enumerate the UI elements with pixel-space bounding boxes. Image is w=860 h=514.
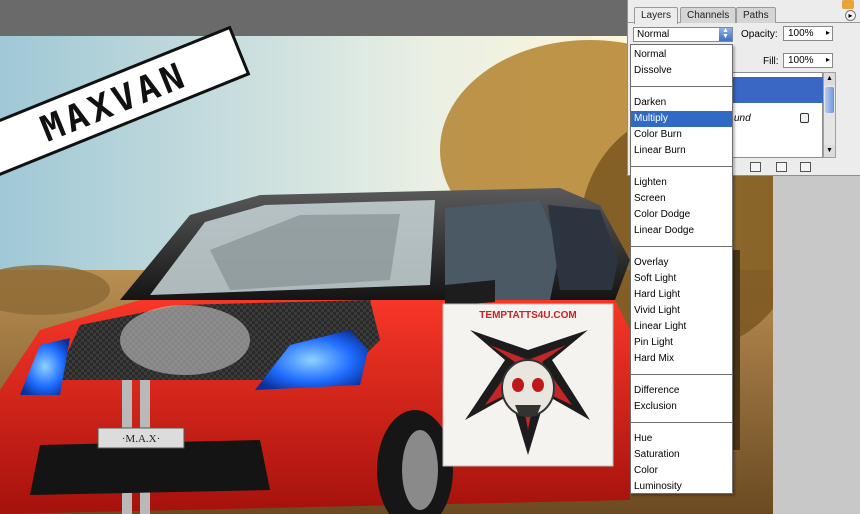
menu-separator [631,422,732,423]
palette-menu-icon[interactable]: ▸ [845,10,856,21]
blend-option-saturation[interactable]: Saturation [631,447,732,463]
palette-tabbar: Layers Channels Paths [628,4,860,24]
select-arrows-icon: ▲ ▼ [719,27,732,41]
blend-option-difference[interactable]: Difference [631,383,732,399]
tab-paths[interactable]: Paths [736,7,776,23]
tab-channels[interactable]: Channels [680,7,737,23]
blend-option-pin-light[interactable]: Pin Light [631,335,732,351]
blend-option-soft-light[interactable]: Soft Light [631,271,732,287]
blend-option-linear-dodge[interactable]: Linear Dodge [631,223,732,239]
tab-layers[interactable]: Layers [634,7,679,24]
blend-option-lighten[interactable]: Lighten [631,175,732,191]
menu-separator [631,246,732,247]
blend-mode-menu[interactable]: Normal Dissolve Darken Multiply Color Burn Li… [630,44,733,494]
trash-icon[interactable] [800,162,811,172]
menu-separator [631,166,732,167]
blend-option-linear-light[interactable]: Linear Light [631,319,732,335]
blend-option-hard-light[interactable]: Hard Light [631,287,732,303]
blend-mode-value: Normal [637,29,670,40]
opacity-field[interactable]: 100% ▸ [783,26,833,41]
blend-option-color-burn[interactable]: Color Burn [631,127,732,143]
opacity-label: Opacity: [741,29,778,40]
license-plate-text: ·M.A.X· [122,433,161,445]
blend-option-exclusion[interactable]: Exclusion [631,399,732,415]
blend-option-dissolve[interactable]: Dissolve [631,63,732,79]
fill-field[interactable]: 100% ▸ [783,53,833,68]
blend-mode-select[interactable]: Normal ▲ ▼ [633,27,733,42]
blend-option-screen[interactable]: Screen [631,191,732,207]
fill-label: Fill: [763,56,779,67]
scroll-thumb [825,87,834,113]
blend-option-darken[interactable]: Darken [631,95,732,111]
blend-option-multiply[interactable]: Multiply [631,111,732,127]
workspace-background [773,176,860,514]
blend-option-overlay[interactable]: Overlay [631,255,732,271]
fill-arrow-icon: ▸ [825,55,830,64]
blend-option-color-dodge[interactable]: Color Dodge [631,207,732,223]
opacity-arrow-icon: ▸ [825,28,830,37]
blend-option-linear-burn[interactable]: Linear Burn [631,143,732,159]
layer-list-scrollbar[interactable]: ▲ ▼ [823,72,836,158]
blend-option-luminosity[interactable]: Luminosity [631,479,732,495]
tattoo-site-text: TEMPTATTS4U.COM [479,310,576,321]
new-group-icon[interactable] [750,162,761,172]
lock-icon [800,113,809,123]
scroll-down-icon: ▼ [824,145,835,157]
blend-option-hard-mix[interactable]: Hard Mix [631,351,732,367]
blend-option-hue[interactable]: Hue [631,431,732,447]
layer-row-background[interactable]: und [734,113,751,124]
new-layer-icon[interactable] [776,162,787,172]
blend-option-color[interactable]: Color [631,463,732,479]
menu-separator [631,374,732,375]
scroll-up-icon: ▲ [824,73,835,85]
blend-option-vivid-light[interactable]: Vivid Light [631,303,732,319]
blend-option-normal[interactable]: Normal [631,47,732,63]
menu-separator [631,86,732,87]
